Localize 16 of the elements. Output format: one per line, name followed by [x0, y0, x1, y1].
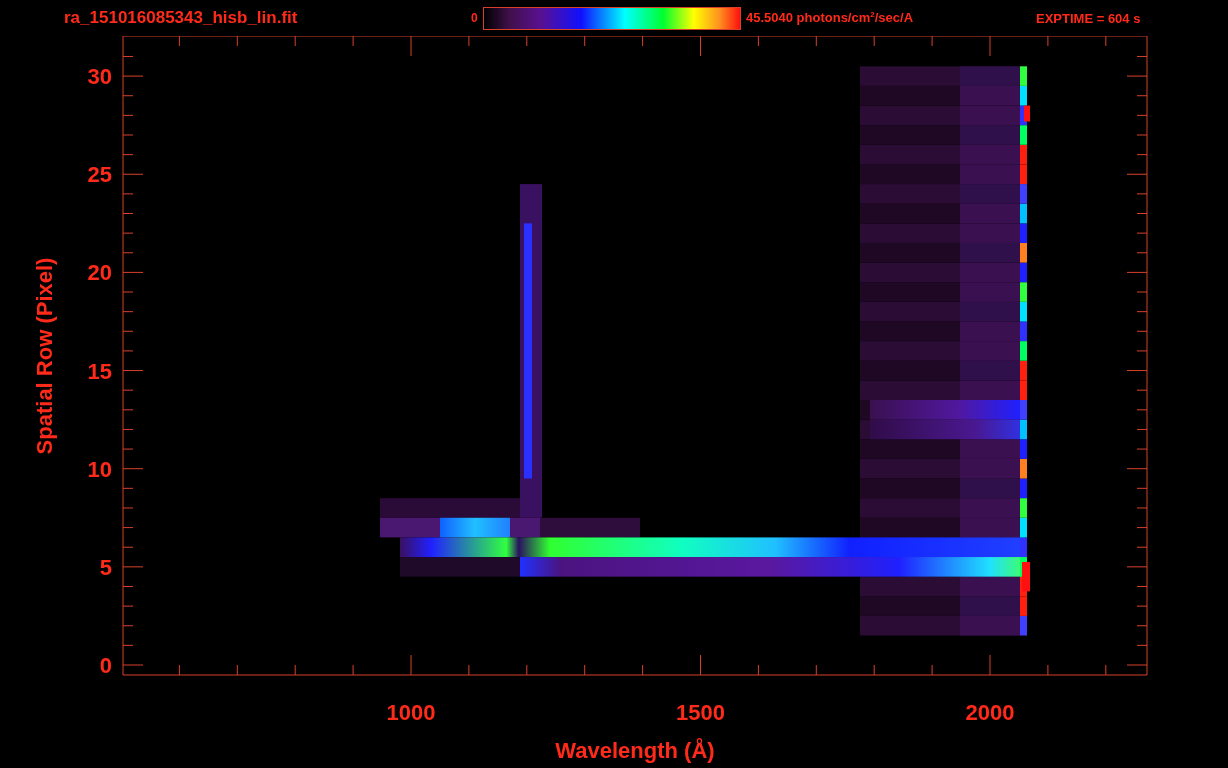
y-tick-label: 25 [87, 162, 112, 188]
x-tick-label: 2000 [965, 700, 1015, 725]
colorbar-min-label: 0 [471, 11, 479, 25]
x-tick-label: 1000 [386, 700, 436, 725]
y-axis-title: Spatial Row (Pixel) [32, 257, 57, 455]
y-tick-label: 5 [99, 554, 112, 580]
y-tick-label: 20 [87, 260, 112, 286]
exposure-time: EXPTIME = 604 s [1036, 10, 1141, 26]
x-axis-title: Wavelength (Å) [555, 738, 715, 763]
y-tick-label: 15 [87, 358, 112, 384]
y-tick-label: 10 [87, 456, 112, 482]
y-tick-label: 0 [99, 653, 112, 678]
y-tick-label: 30 [87, 64, 112, 90]
x-tick-label: 1500 [676, 700, 725, 725]
colorbar-max-label: 45.5040 photons/cm$^{2}$/sec/A [746, 10, 915, 26]
file-title: ra_151016085343_hisb_lin.fit [64, 8, 299, 28]
